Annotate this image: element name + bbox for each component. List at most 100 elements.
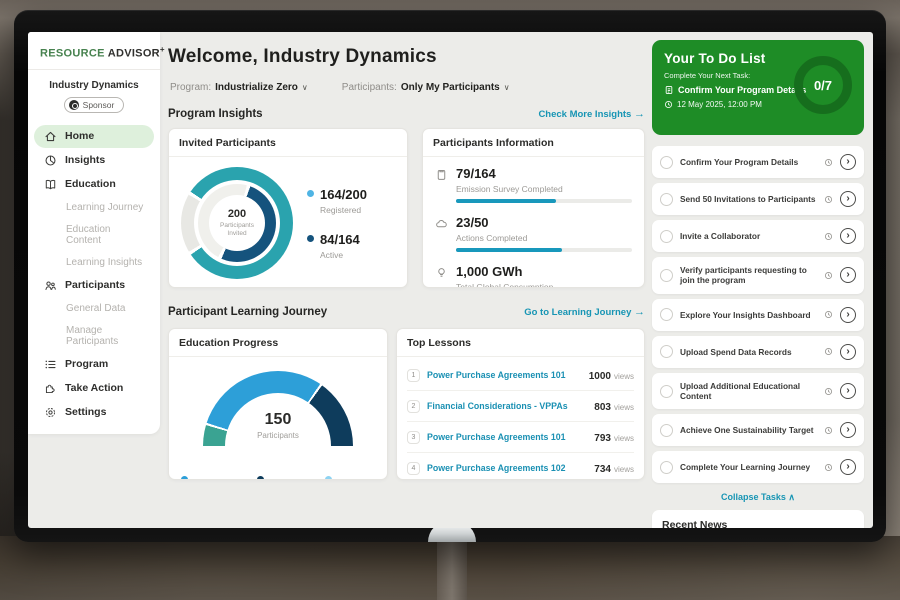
sidebar-item-education-content[interactable]: Education Content: [34, 219, 154, 251]
sidebar-item-general-data[interactable]: General Data: [34, 298, 154, 319]
task-checkbox[interactable]: [660, 424, 673, 437]
chevron-right-button[interactable]: ›: [840, 459, 856, 475]
sidebar-item-label: Insights: [65, 154, 105, 166]
task-send-invitations[interactable]: Send 50 Invitations to Participants ›: [652, 183, 864, 215]
sidebar-item-education[interactable]: Education: [34, 173, 154, 196]
not-started-value: 10%: [337, 478, 357, 480]
active-label: Active: [320, 250, 360, 260]
chevron-right-button[interactable]: ›: [840, 383, 856, 399]
consumption-value: 1,000 GWh: [456, 264, 522, 279]
lesson-row[interactable]: 1 Power Purchase Agreements 101 1000view…: [407, 360, 634, 391]
list-icon: [44, 358, 57, 371]
logo-text-primary: RESOURCE: [40, 48, 105, 60]
clock-icon: [824, 195, 833, 204]
lesson-row[interactable]: 4 Power Purchase Agreements 102 734views: [407, 453, 634, 480]
chevron-right-button[interactable]: ›: [840, 307, 856, 323]
lesson-link[interactable]: Financial Considerations - VPPAs: [427, 401, 587, 411]
task-checkbox[interactable]: [660, 156, 673, 169]
sidebar-item-home[interactable]: Home: [34, 125, 154, 148]
donut-center: 200 Participants Invited: [209, 195, 265, 251]
participants-select[interactable]: Participants:Only My Participants∨: [342, 82, 510, 93]
section-title: Program Insights: [168, 108, 263, 120]
lesson-link[interactable]: Power Purchase Agreements 101: [427, 432, 587, 442]
collapse-tasks-link[interactable]: Collapse Tasks ∧: [652, 492, 864, 503]
todo-next-task-label: Confirm Your Program Details: [678, 85, 806, 95]
sidebar-item-insights[interactable]: Insights: [34, 149, 154, 172]
invited-count: 200: [228, 208, 246, 220]
invited-card-body: 200 Participants Invited 164/200 Registe…: [169, 157, 407, 288]
task-checkbox[interactable]: [660, 230, 673, 243]
clock-icon: [824, 158, 833, 167]
lesson-row[interactable]: 2 Financial Considerations - VPPAs 803vi…: [407, 391, 634, 422]
program-insights-header: Program Insights Check More Insights →: [168, 108, 645, 120]
lesson-link[interactable]: Power Purchase Agreements 102: [427, 463, 587, 473]
top-lessons-card: Top Lessons 1 Power Purchase Agreements …: [396, 328, 645, 480]
sidebar-item-label: Program: [65, 358, 108, 370]
sidebar-item-participants[interactable]: Participants: [34, 274, 154, 297]
check-more-insights-link[interactable]: Check More Insights →: [538, 108, 645, 120]
actions-completed-label: Actions Completed: [456, 233, 632, 243]
insights-icon: [44, 154, 57, 167]
sidebar: RESOURCE ADVISOR+ Industry Dynamics Spon…: [28, 32, 160, 434]
task-checkbox[interactable]: [660, 308, 673, 321]
gauge-center: 150 Participants: [169, 411, 387, 440]
sidebar-item-learning-journey[interactable]: Learning Journey: [34, 197, 154, 218]
views-suffix: views: [614, 465, 634, 474]
participants-value: Only My Participants: [401, 82, 500, 93]
puzzle-icon: [44, 382, 57, 395]
chevron-right-button[interactable]: ›: [840, 228, 856, 244]
task-checkbox[interactable]: [660, 269, 673, 282]
lesson-link[interactable]: Power Purchase Agreements 101: [427, 370, 582, 380]
consumption-label: Total Global Consumption: [456, 282, 632, 288]
task-explore-insights[interactable]: Explore Your Insights Dashboard ›: [652, 299, 864, 331]
go-to-learning-journey-link[interactable]: Go to Learning Journey →: [524, 306, 645, 318]
sidebar-item-manage-participants[interactable]: Manage Participants: [34, 320, 154, 352]
chevron-right-button[interactable]: ›: [840, 154, 856, 170]
task-checkbox[interactable]: [660, 345, 673, 358]
task-complete-learning-journey[interactable]: Complete Your Learning Journey ›: [652, 451, 864, 483]
pending-value: 30%: [269, 478, 289, 480]
participants-label: Participants:: [342, 82, 397, 93]
views-suffix: views: [614, 372, 634, 381]
monitor-stand: [437, 542, 467, 600]
clipboard-icon: [435, 168, 448, 203]
task-label: Confirm Your Program Details: [680, 157, 817, 167]
learning-journey-header: Participant Learning Journey Go to Learn…: [168, 306, 645, 318]
lesson-row[interactable]: 3 Power Purchase Agreements 101 793views: [407, 422, 634, 453]
sidebar-item-label: Settings: [65, 406, 106, 418]
rank-badge: 3: [407, 431, 420, 444]
filters-row: Program:Industrialize Zero∨ Participants…: [170, 82, 510, 93]
sidebar-item-program[interactable]: Program: [34, 353, 154, 376]
task-confirm-program-details[interactable]: Confirm Your Program Details ›: [652, 146, 864, 178]
task-verify-participants[interactable]: Verify participants requesting to join t…: [652, 257, 864, 294]
task-checkbox[interactable]: [660, 385, 673, 398]
emission-survey-value: 79/164: [456, 166, 496, 181]
todo-due-label: 12 May 2025, 12:00 PM: [677, 100, 762, 109]
chevron-right-button[interactable]: ›: [840, 344, 856, 360]
task-checkbox[interactable]: [660, 193, 673, 206]
card-title: Education Progress: [169, 329, 387, 357]
rank-badge: 2: [407, 400, 420, 413]
sidebar-item-take-action[interactable]: Take Action: [34, 377, 154, 400]
sidebar-item-settings[interactable]: Settings: [34, 401, 154, 424]
todo-panel: Your To Do List Complete Your Next Task:…: [652, 40, 864, 528]
task-checkbox[interactable]: [660, 461, 673, 474]
participants-information-card: Participants Information 79/164 Emission…: [422, 128, 645, 288]
task-upload-educational-content[interactable]: Upload Additional Educational Content ›: [652, 373, 864, 410]
task-achieve-sustainability-target[interactable]: Achieve One Sustainability Target ›: [652, 414, 864, 446]
invited-donut-chart: 200 Participants Invited: [181, 167, 293, 279]
task-upload-spend-data[interactable]: Upload Spend Data Records ›: [652, 336, 864, 368]
chevron-right-button[interactable]: ›: [840, 191, 856, 207]
todo-progress-ring: 0/7: [794, 56, 852, 114]
sidebar-item-label: Home: [65, 130, 94, 142]
gauge-legend: 60% Completed 30% Pending 10% Not Starte…: [169, 467, 387, 480]
chevron-up-icon: ∧: [788, 492, 795, 502]
sidebar-item-learning-insights[interactable]: Learning Insights: [34, 252, 154, 273]
chevron-right-button[interactable]: ›: [840, 422, 856, 438]
program-select[interactable]: Program:Industrialize Zero∨: [170, 82, 308, 93]
task-invite-collaborator[interactable]: Invite a Collaborator ›: [652, 220, 864, 252]
legend-dot: [257, 476, 264, 480]
chevron-right-button[interactable]: ›: [840, 267, 856, 283]
sidebar-item-label: Participants: [65, 279, 125, 291]
card-title: Top Lessons: [397, 329, 644, 357]
